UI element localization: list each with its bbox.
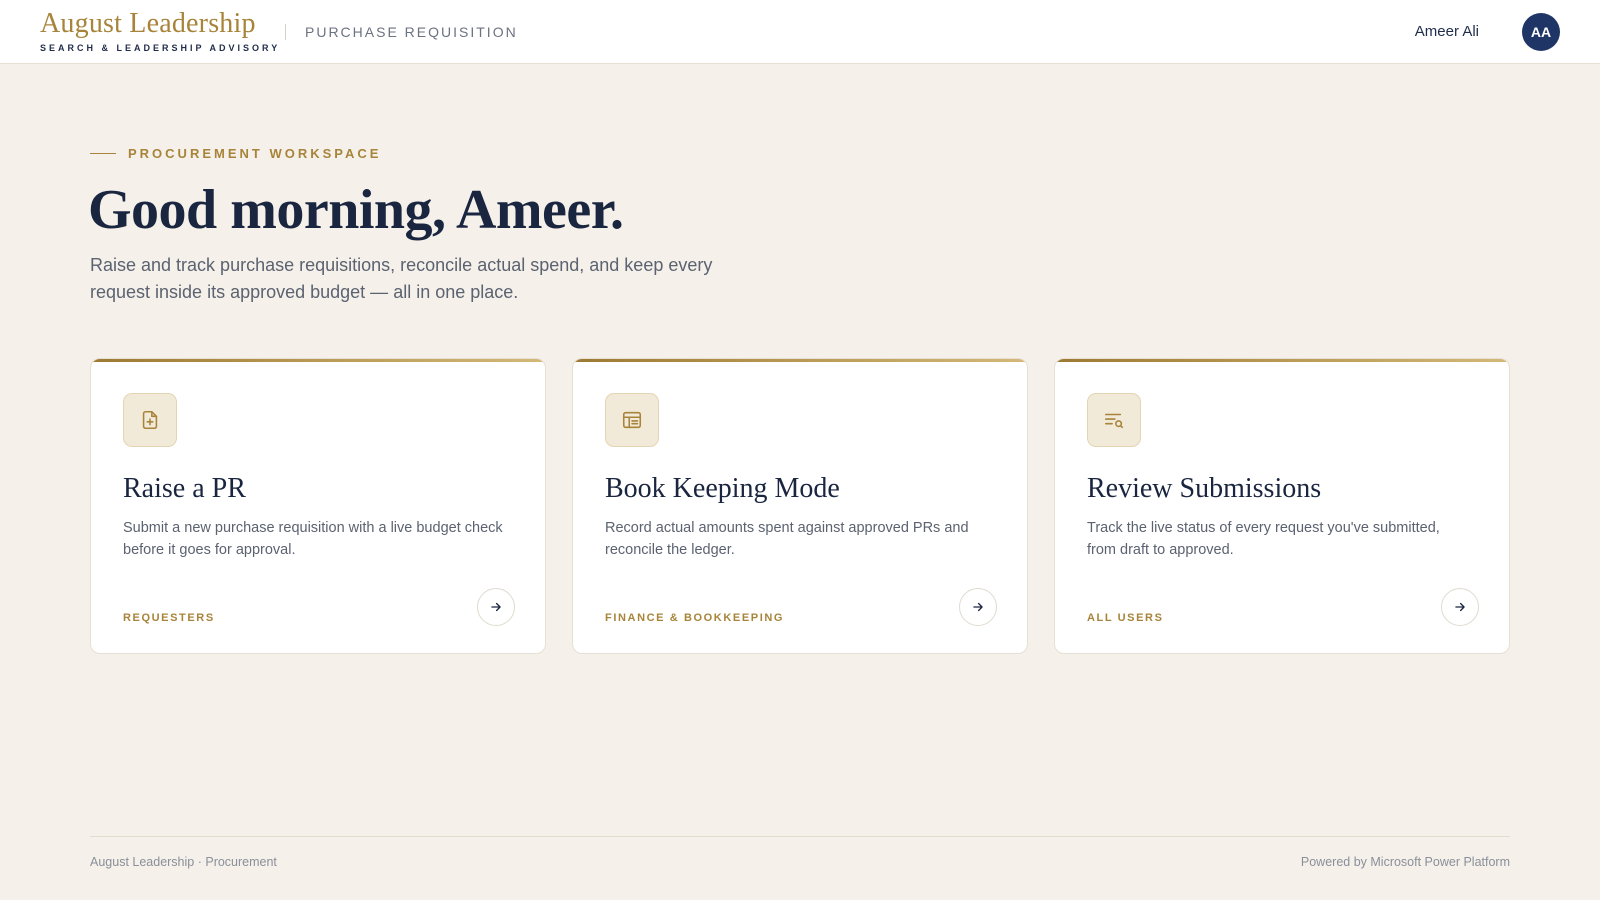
card-review-submissions[interactable]: Review Submissions Track the live status… — [1054, 358, 1510, 654]
card-description: Track the live status of every request y… — [1087, 520, 1440, 558]
eyebrow-label: PROCUREMENT WORKSPACE — [128, 146, 382, 161]
card-title: Review Submissions — [1087, 473, 1322, 504]
page-title: Good morning, Ameer. — [88, 179, 624, 241]
card-book-keeping[interactable]: Book Keeping Mode Record actual amounts … — [572, 358, 1028, 654]
brand-tagline: SEARCH & LEADERSHIP ADVISORY — [40, 43, 281, 53]
avatar[interactable]: AA — [1522, 13, 1560, 51]
eyebrow: PROCUREMENT WORKSPACE — [90, 146, 381, 161]
footer-left-text: August Leadership · Procurement — [90, 855, 277, 869]
card-description: Submit a new purchase requisition with a… — [123, 520, 503, 558]
footer-right-text: Powered by Microsoft Power Platform — [1300, 855, 1510, 869]
card-audience: FINANCE & BOOKKEEPING — [605, 612, 785, 624]
arrow-right-icon[interactable] — [959, 588, 997, 626]
ledger-icon — [605, 393, 659, 447]
brand-name: August Leadership — [40, 8, 256, 39]
list-search-icon — [1087, 393, 1141, 447]
brand-logo[interactable]: August Leadership SEARCH & LEADERSHIP AD… — [40, 8, 281, 54]
header-divider — [285, 24, 286, 40]
file-plus-icon — [123, 393, 177, 447]
card-raise-pr[interactable]: Raise a PR Submit a new purchase requisi… — [90, 358, 546, 654]
card-title: Raise a PR — [123, 473, 246, 504]
module-title: PURCHASE REQUISITION — [305, 24, 518, 40]
arrow-right-icon[interactable] — [1441, 588, 1479, 626]
card-audience: REQUESTERS — [123, 612, 215, 624]
card-title: Book Keeping Mode — [605, 473, 840, 504]
eyebrow-rule — [90, 153, 116, 154]
footer-divider — [90, 836, 1510, 837]
user-name[interactable]: Ameer Ali — [1415, 23, 1479, 40]
top-bar: August Leadership SEARCH & LEADERSHIP AD… — [0, 0, 1600, 64]
card-description: Record actual amounts spent against appr… — [605, 520, 969, 558]
arrow-right-icon[interactable] — [477, 588, 515, 626]
card-audience: ALL USERS — [1087, 612, 1164, 624]
intro-text: Raise and track purchase requisitions, r… — [90, 255, 713, 302]
